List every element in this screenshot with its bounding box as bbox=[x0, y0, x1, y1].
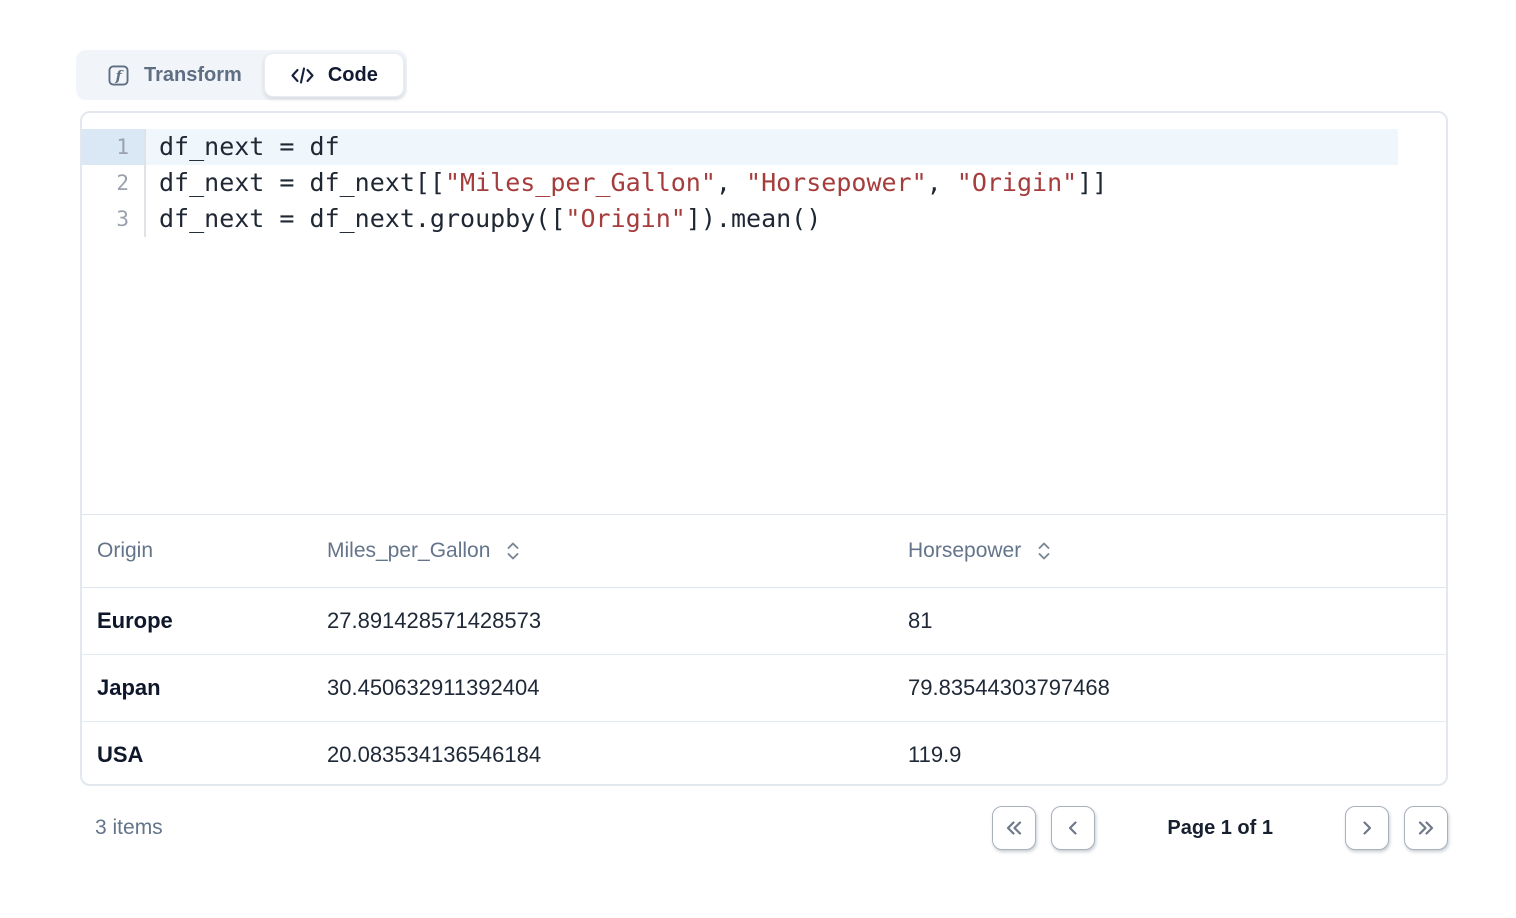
cell-horsepower: 79.83544303797468 bbox=[908, 675, 1446, 701]
string-token: "Origin" bbox=[957, 168, 1077, 197]
cell-horsepower: 119.9 bbox=[908, 742, 1446, 768]
tab-code[interactable]: Code bbox=[264, 53, 404, 97]
code-line-content: df_next = df_next[["Miles_per_Gallon", "… bbox=[146, 165, 1446, 201]
code-line[interactable]: 1 df_next = df bbox=[82, 129, 1446, 165]
sort-icon[interactable] bbox=[1035, 539, 1053, 563]
next-page-button[interactable] bbox=[1345, 806, 1389, 850]
column-label: Horsepower bbox=[908, 539, 1021, 563]
table-footer: 3 items Page 1 of 1 bbox=[80, 800, 1448, 856]
items-count: 3 items bbox=[95, 816, 163, 840]
column-label: Miles_per_Gallon bbox=[327, 539, 490, 563]
svg-text:f: f bbox=[115, 68, 125, 84]
first-page-button[interactable] bbox=[992, 806, 1036, 850]
code-token: , bbox=[927, 168, 957, 197]
pagination: Page 1 of 1 bbox=[992, 806, 1448, 850]
code-token: df_next = df bbox=[159, 132, 340, 161]
column-label: Origin bbox=[97, 539, 153, 563]
cell-miles_per_gallon: 20.083534136546184 bbox=[327, 742, 908, 768]
table-header-row: Origin Miles_per_Gallon Horsepower bbox=[82, 515, 1446, 588]
code-lines: 1df_next = df2df_next = df_next[["Miles_… bbox=[82, 129, 1446, 237]
table-row[interactable]: USA20.083534136546184119.9 bbox=[82, 722, 1446, 786]
line-number: 3 bbox=[82, 201, 146, 237]
double-chevron-right-icon bbox=[1415, 818, 1437, 838]
code-token: , bbox=[716, 168, 746, 197]
last-page-button[interactable] bbox=[1404, 806, 1448, 850]
cell-miles_per_gallon: 27.891428571428573 bbox=[327, 608, 908, 634]
tab-code-label: Code bbox=[328, 64, 378, 87]
table-body: Europe27.89142857142857381Japan30.450632… bbox=[82, 588, 1446, 786]
code-line[interactable]: 3df_next = df_next.groupby(["Origin"]).m… bbox=[82, 201, 1446, 237]
cell-origin: Japan bbox=[82, 675, 327, 701]
tab-transform[interactable]: f Transform bbox=[79, 50, 264, 100]
cell-origin: USA bbox=[82, 742, 327, 768]
code-editor[interactable]: 1df_next = df2df_next = df_next[["Miles_… bbox=[82, 113, 1446, 515]
code-icon bbox=[290, 66, 315, 85]
string-token: "Miles_per_Gallon" bbox=[445, 168, 716, 197]
code-token: df_next = df_next.groupby([ bbox=[159, 204, 565, 233]
code-line-content: df_next = df_next.groupby(["Origin"]).me… bbox=[146, 201, 1446, 237]
prev-page-button[interactable] bbox=[1051, 806, 1095, 850]
view-mode-toggle: f Transform Code bbox=[76, 50, 407, 100]
transform-panel: 1df_next = df2df_next = df_next[["Miles_… bbox=[80, 111, 1448, 786]
column-header-horsepower[interactable]: Horsepower bbox=[908, 539, 1446, 563]
sort-icon[interactable] bbox=[504, 539, 522, 563]
cell-origin: Europe bbox=[82, 608, 327, 634]
cell-miles_per_gallon: 30.450632911392404 bbox=[327, 675, 908, 701]
chevron-left-icon bbox=[1063, 818, 1083, 838]
tab-transform-label: Transform bbox=[144, 64, 242, 87]
code-line[interactable]: 2df_next = df_next[["Miles_per_Gallon", … bbox=[82, 165, 1446, 201]
column-header-origin: Origin bbox=[82, 539, 327, 563]
string-token: "Horsepower" bbox=[746, 168, 927, 197]
table-row[interactable]: Europe27.89142857142857381 bbox=[82, 588, 1446, 655]
result-table: OriginMiles_per_GallonHorsepower Europe2… bbox=[82, 515, 1446, 786]
code-token: ]] bbox=[1077, 168, 1107, 197]
column-header-miles_per_gallon[interactable]: Miles_per_Gallon bbox=[327, 539, 908, 563]
function-icon: f bbox=[108, 65, 129, 86]
chevron-right-icon bbox=[1357, 818, 1377, 838]
line-number: 1 bbox=[82, 129, 146, 165]
double-chevron-left-icon bbox=[1003, 818, 1025, 838]
code-line-content: df_next = df bbox=[146, 129, 1446, 165]
code-token: ]).mean() bbox=[686, 204, 821, 233]
cell-horsepower: 81 bbox=[908, 608, 1446, 634]
line-number: 2 bbox=[82, 165, 146, 201]
table-row[interactable]: Japan30.45063291139240479.83544303797468 bbox=[82, 655, 1446, 722]
string-token: "Origin" bbox=[565, 204, 685, 233]
code-token: df_next = df_next[[ bbox=[159, 168, 445, 197]
page-indicator: Page 1 of 1 bbox=[1167, 817, 1273, 840]
